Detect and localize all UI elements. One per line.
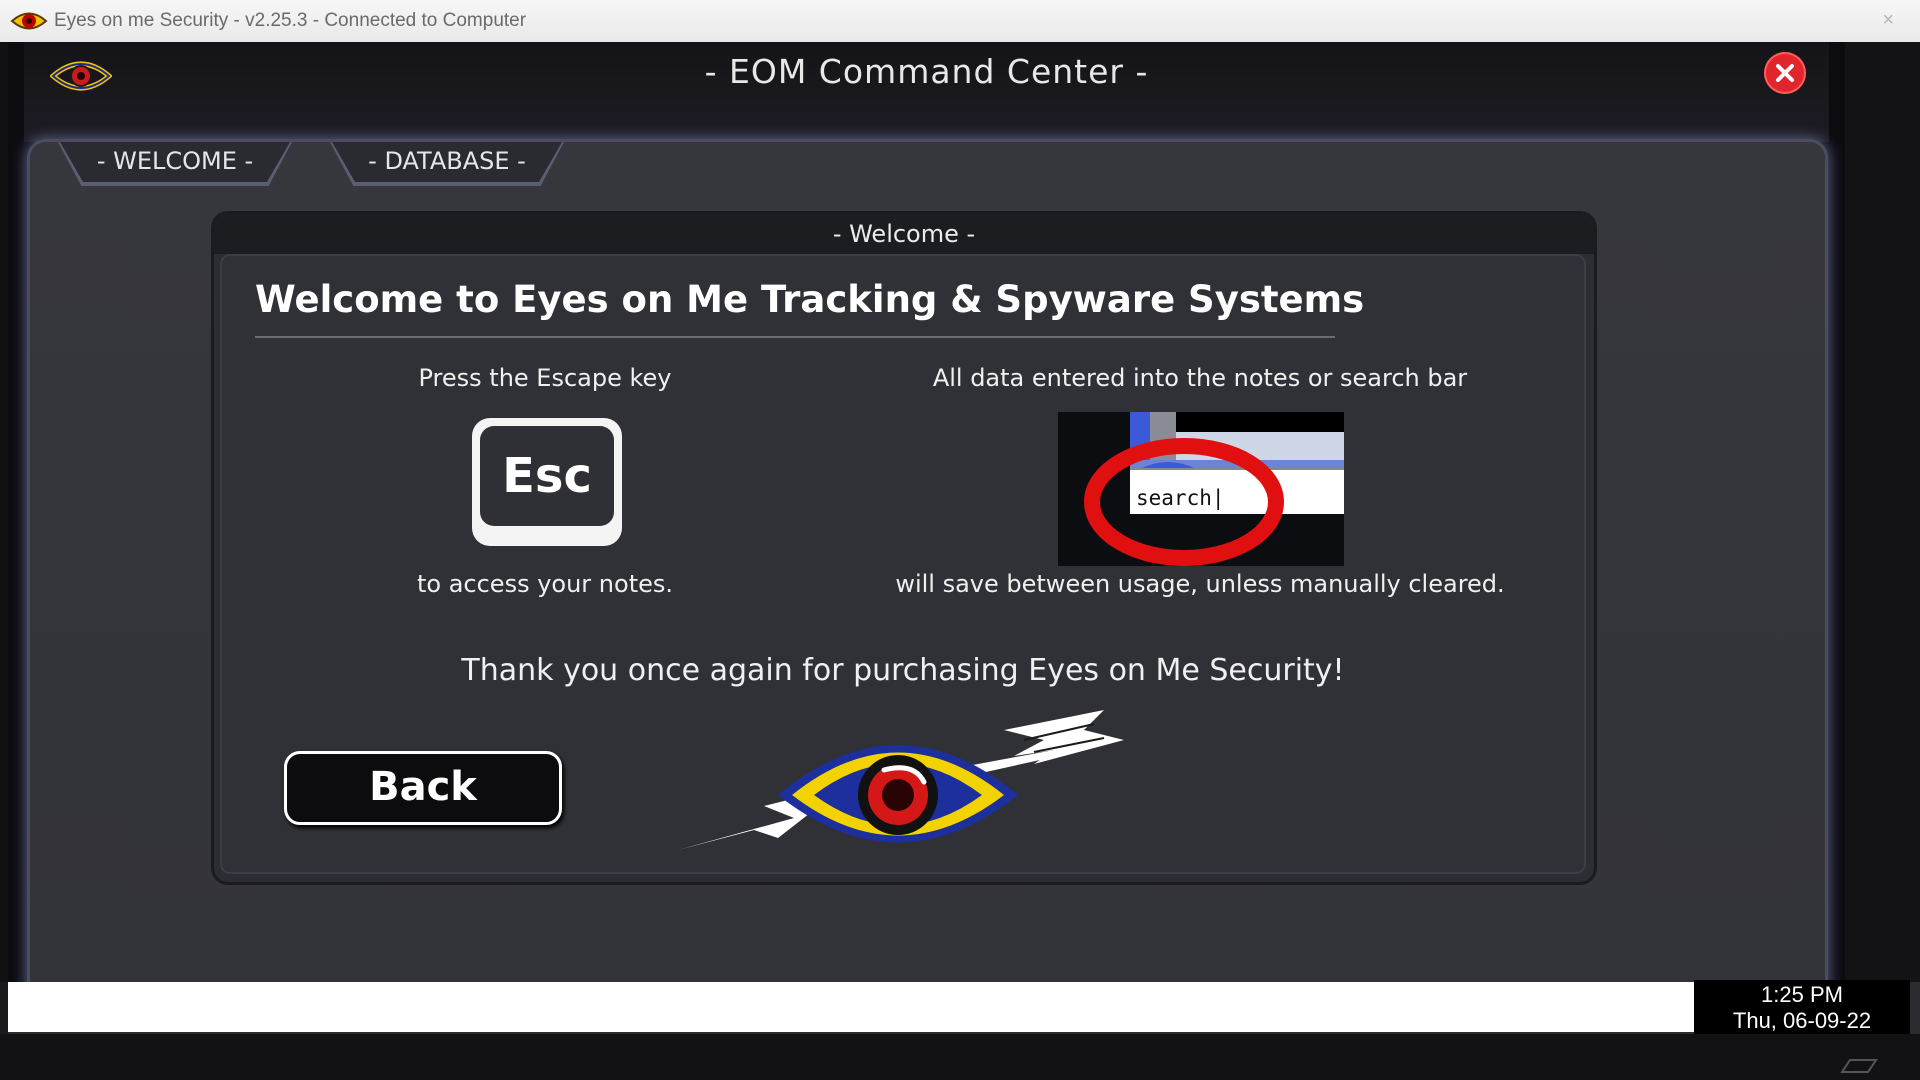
- back-button[interactable]: Back: [284, 751, 562, 825]
- eye-arrow-logo: [678, 710, 1124, 850]
- taskbar: [8, 982, 1694, 1032]
- save-between-usage-text: will save between usage, unless manually…: [895, 570, 1505, 598]
- esc-key-image: Esc: [472, 418, 622, 546]
- desktop-bottom: [0, 1034, 1920, 1080]
- left-edge: [0, 42, 8, 982]
- search-bar-screenshot: search|: [1058, 412, 1344, 566]
- system-clock[interactable]: 1:25 PM Thu, 06-09-22: [1694, 980, 1910, 1034]
- tab-database[interactable]: - DATABASE -: [332, 142, 562, 182]
- eye-icon: [10, 12, 48, 30]
- notes-access-text: to access your notes.: [416, 570, 674, 598]
- tab-welcome[interactable]: - WELCOME -: [60, 142, 290, 182]
- app-header: - EOM Command Center -: [24, 42, 1829, 142]
- clock-date: Thu, 06-09-22: [1732, 1008, 1872, 1033]
- heading-divider: [255, 336, 1335, 338]
- corner-tray-icon: [1840, 1059, 1878, 1073]
- card-body: Welcome to Eyes on Me Tracking & Spyware…: [220, 254, 1586, 874]
- os-close-button[interactable]: ×: [1882, 9, 1894, 32]
- taskbar-left-edge: [0, 982, 8, 1034]
- clock-time: 1:25 PM: [1761, 982, 1843, 1007]
- search-sample-text: search|: [1136, 486, 1225, 510]
- welcome-heading: Welcome to Eyes on Me Tracking & Spyware…: [255, 278, 1365, 321]
- close-icon: [1776, 64, 1794, 82]
- welcome-card: - Welcome - Welcome to Eyes on Me Tracki…: [214, 214, 1594, 882]
- data-saving-note: All data entered into the notes or searc…: [932, 364, 1468, 392]
- card-header: - Welcome -: [214, 214, 1594, 254]
- app-title: - EOM Command Center -: [704, 52, 1149, 91]
- app-close-button[interactable]: [1764, 52, 1806, 94]
- os-window-title: Eyes on me Security - v2.25.3 - Connecte…: [54, 10, 527, 31]
- escape-instruction: Press the Escape key: [418, 364, 672, 392]
- os-title-bar: Eyes on me Security - v2.25.3 - Connecte…: [0, 0, 1920, 43]
- esc-key-label: Esc: [480, 426, 614, 526]
- thank-you-message: Thank you once again for purchasing Eyes…: [461, 653, 1345, 688]
- right-edge: [1845, 42, 1920, 982]
